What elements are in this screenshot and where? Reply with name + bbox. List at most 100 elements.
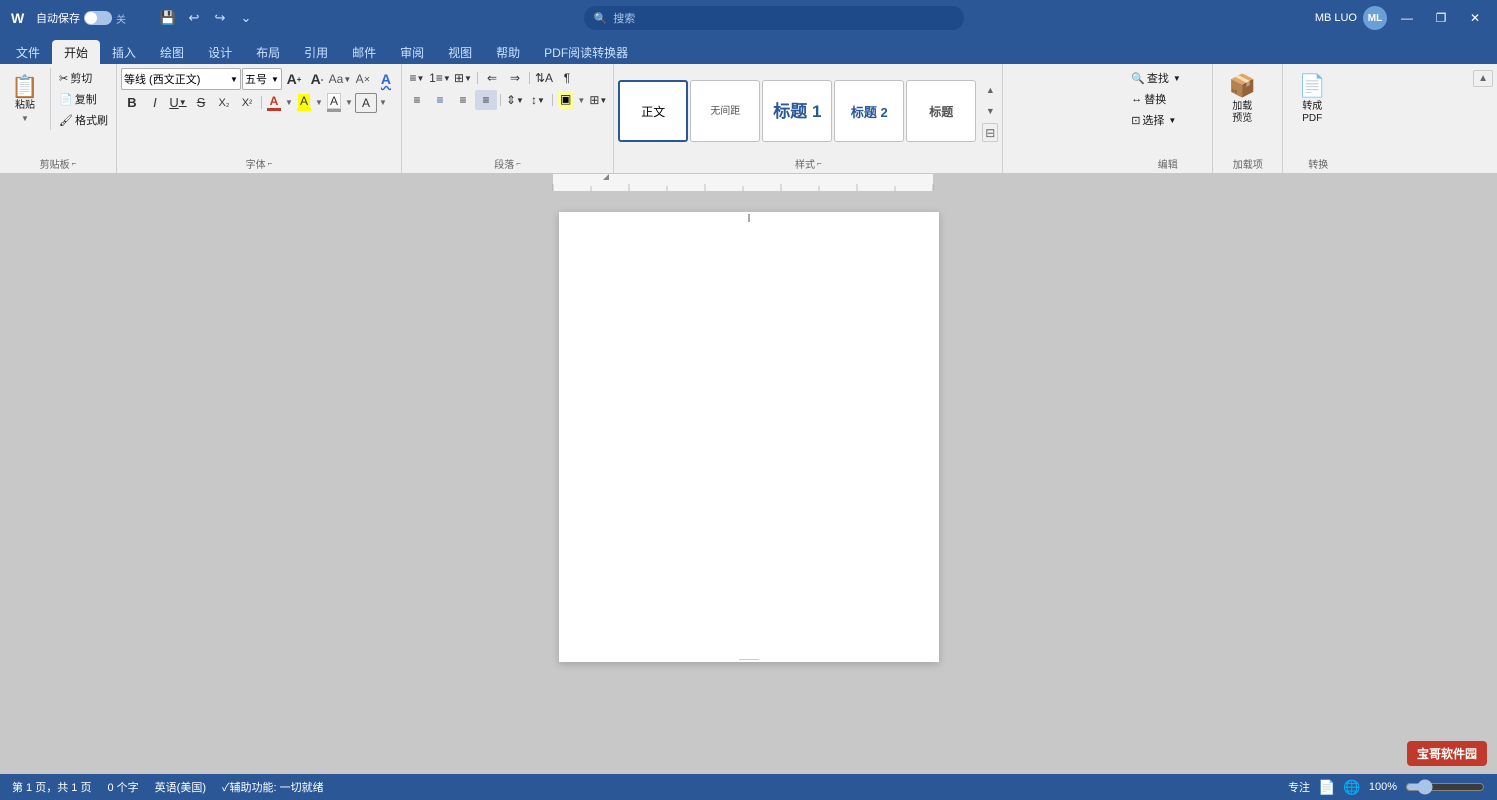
styles-scroll-up[interactable]: ▲ <box>982 80 998 99</box>
show-formatting-button[interactable]: ¶ <box>556 68 578 88</box>
convert-pdf-button[interactable]: 📄 转成PDF <box>1287 68 1337 130</box>
para-spacing-button[interactable]: ↕▼ <box>527 90 549 110</box>
border-dropdown[interactable]: ▼ <box>378 95 388 111</box>
clipboard-expand-icon: ⌐ <box>72 159 77 168</box>
format-painter-icon: 🖌 <box>59 114 73 127</box>
style-heading2[interactable]: 标题 2 <box>834 80 904 142</box>
decrease-indent-button[interactable]: ⇐ <box>481 68 503 88</box>
copy-button[interactable]: 📄 复制 <box>55 89 112 109</box>
tab-design[interactable]: 设计 <box>196 40 244 64</box>
sort-button[interactable]: ⇅A <box>533 68 555 88</box>
close-button[interactable]: ✕ <box>1461 4 1489 32</box>
addins-preview-button[interactable]: 📦 加载预览 <box>1217 68 1267 130</box>
styles-scroll-down[interactable]: ▼ <box>982 102 998 121</box>
clipboard-group: 📋 粘贴 ▼ ✂ 剪切 📄 复制 🖌 格式刷 <box>0 64 117 173</box>
restore-button[interactable]: ❐ <box>1427 4 1455 32</box>
format-painter-button[interactable]: 🖌 格式刷 <box>55 110 112 130</box>
highlight-color-dropdown[interactable]: ▼ <box>314 95 324 111</box>
para-shading-button[interactable]: ▣ <box>556 91 575 110</box>
tab-layout[interactable]: 布局 <box>244 40 292 64</box>
paste-dropdown[interactable]: ▼ <box>21 114 29 123</box>
undo-icon[interactable]: ↩ <box>182 6 206 30</box>
tab-home[interactable]: 开始 <box>52 40 100 64</box>
tab-help[interactable]: 帮助 <box>484 40 532 64</box>
replace-button[interactable]: ↔ 替换 <box>1127 89 1170 109</box>
tab-review[interactable]: 审阅 <box>388 40 436 64</box>
bold-button[interactable]: B <box>121 93 143 113</box>
italic-button[interactable]: I <box>144 93 166 113</box>
select-dropdown[interactable]: ▼ <box>1168 116 1176 125</box>
highlight-color-button[interactable]: A <box>295 93 313 112</box>
tab-view[interactable]: 视图 <box>436 40 484 64</box>
style-heading[interactable]: 标题 <box>906 80 976 142</box>
border-button[interactable]: A <box>355 93 377 113</box>
ribbon-collapse-button[interactable]: ▲ <box>1473 70 1493 87</box>
font-color-dropdown[interactable]: ▼ <box>284 95 294 111</box>
select-button[interactable]: ⊡ 选择 ▼ <box>1127 110 1180 130</box>
zoom-slider[interactable] <box>1405 779 1485 795</box>
tab-mailings[interactable]: 邮件 <box>340 40 388 64</box>
style-normal[interactable]: 正文 <box>618 80 688 142</box>
tab-insert[interactable]: 插入 <box>100 40 148 64</box>
paragraph-group-label[interactable]: 段落 ⌐ <box>406 154 609 173</box>
cut-button[interactable]: ✂ 剪切 <box>55 68 112 88</box>
align-center-button[interactable]: ≡ <box>429 90 451 110</box>
clear-formatting-button[interactable]: A✕ <box>352 69 374 89</box>
styles-group-label[interactable]: 样式 ⌐ <box>618 154 998 173</box>
view-focus-button[interactable]: 专注 <box>1288 779 1310 795</box>
underline-dropdown[interactable]: ▼ <box>179 98 187 107</box>
text-effects-button[interactable]: A <box>375 69 397 89</box>
align-left-button[interactable]: ≡ <box>406 90 428 110</box>
font-shrink-button[interactable]: A- <box>306 69 328 89</box>
align-right-button[interactable]: ≡ <box>452 90 474 110</box>
font-group-label[interactable]: 字体 ⌐ <box>121 154 397 173</box>
user-avatar[interactable]: ML <box>1363 6 1387 30</box>
quick-access-more-icon[interactable]: ⌄ <box>234 6 258 30</box>
save-icon[interactable]: 💾 <box>156 6 180 30</box>
strikethrough-button[interactable]: S <box>190 93 212 113</box>
justify-button[interactable]: ≡ <box>475 90 497 110</box>
font-case-button[interactable]: Aa▼ <box>329 69 351 89</box>
redo-icon[interactable]: ↪ <box>208 6 232 30</box>
underline-button[interactable]: U▼ <box>167 93 189 113</box>
minimize-button[interactable]: — <box>1393 4 1421 32</box>
editing-group-label[interactable]: 编辑 <box>1127 154 1208 173</box>
view-web-icon[interactable]: 🌐 <box>1343 779 1360 796</box>
subscript-button[interactable]: X₂ <box>213 93 235 113</box>
increase-indent-button[interactable]: ⇒ <box>504 68 526 88</box>
font-grow-button[interactable]: A+ <box>283 69 305 89</box>
view-print-icon[interactable]: 📄 <box>1318 779 1335 796</box>
line-spacing-button[interactable]: ⇕▼ <box>504 90 526 110</box>
language[interactable]: 英语(美国) <box>155 779 206 795</box>
tab-pdf[interactable]: PDF阅读转换器 <box>532 40 640 64</box>
addins-group-label[interactable]: 加载项 <box>1217 154 1278 173</box>
tab-file[interactable]: 文件 <box>4 40 52 64</box>
para-shading-dropdown[interactable]: ▼ <box>576 92 586 108</box>
superscript-button[interactable]: X² <box>236 93 258 113</box>
shading-button[interactable]: A <box>325 92 343 113</box>
convert-group-label[interactable]: 转换 <box>1287 154 1349 173</box>
font-size-select[interactable]: 五号 ▼ <box>242 68 282 90</box>
document-page[interactable] <box>559 212 939 662</box>
tab-draw[interactable]: 绘图 <box>148 40 196 64</box>
autosave-toggle[interactable] <box>84 11 112 25</box>
font-family-select[interactable]: 等线 (西文正文) ▼ <box>121 68 241 90</box>
styles-expand[interactable]: ⊟ <box>982 123 998 142</box>
font-family-dropdown[interactable]: ▼ <box>230 75 238 84</box>
find-button[interactable]: 🔍 查找 ▼ <box>1127 68 1185 88</box>
tab-references[interactable]: 引用 <box>292 40 340 64</box>
paste-button[interactable]: 📋 粘贴 ▼ <box>4 68 46 130</box>
clipboard-group-label[interactable]: 剪贴板 ⌐ <box>4 154 112 173</box>
search-box[interactable]: 🔍 搜索 <box>584 6 964 30</box>
style-heading1[interactable]: 标题 1 <box>762 80 832 142</box>
find-dropdown[interactable]: ▼ <box>1173 74 1181 83</box>
font-size-dropdown[interactable]: ▼ <box>271 75 279 84</box>
shading-dropdown[interactable]: ▼ <box>344 95 354 111</box>
user-name: MB LUO <box>1315 12 1357 24</box>
para-border-button[interactable]: ⊞▼ <box>587 90 609 110</box>
multilevel-list-button[interactable]: ⊞▼ <box>452 68 474 88</box>
font-color-button[interactable]: A <box>265 93 283 112</box>
bullet-list-button[interactable]: ≡▼ <box>406 68 428 88</box>
style-nospace[interactable]: 无间距 <box>690 80 760 142</box>
numbered-list-button[interactable]: 1≡▼ <box>429 68 451 88</box>
